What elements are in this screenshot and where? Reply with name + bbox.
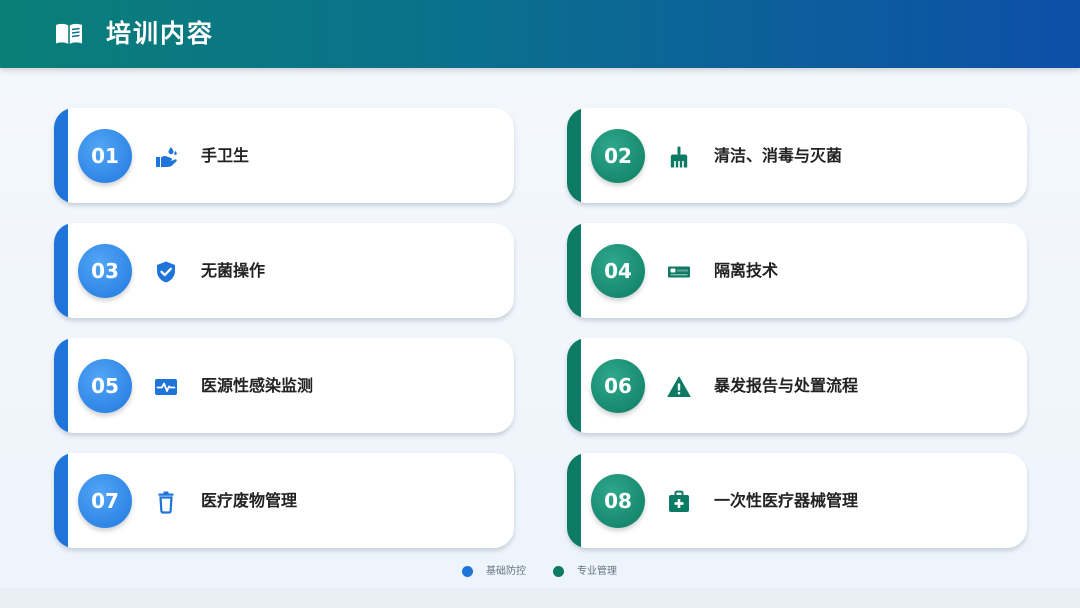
card-number-badge: 06 [591, 359, 645, 413]
header-bar: 培训内容 [0, 0, 1080, 68]
card-accent-bar [567, 223, 581, 318]
topic-card-01[interactable]: 01 手卫生 [54, 108, 514, 203]
trash-icon [158, 491, 174, 514]
card-accent-bar [54, 453, 68, 548]
card-label: 暴发报告与处置流程 [714, 376, 859, 395]
hand-wash-icon [156, 147, 177, 167]
topic-card-06[interactable]: 06 暴发报告与处置流程 [567, 338, 1027, 433]
card-accent-bar [567, 453, 581, 548]
card-number-badge: 01 [78, 129, 132, 183]
card-number-badge: 05 [78, 359, 132, 413]
card-label: 无菌操作 [201, 261, 266, 280]
legend-label: 专业管理 [577, 566, 617, 577]
card-number-badge: 04 [591, 244, 645, 298]
card-number-badge: 03 [78, 244, 132, 298]
card-label: 隔离技术 [714, 261, 779, 280]
warning-icon [667, 376, 691, 397]
topic-card-08[interactable]: 08 一次性医疗器械管理 [567, 453, 1027, 548]
page-title: 培训内容 [106, 19, 215, 48]
legend-dot [553, 566, 564, 577]
topic-card-05[interactable]: 05 医源性感染监测 [54, 338, 514, 433]
book-open-icon [56, 23, 82, 44]
topic-card-03[interactable]: 03 无菌操作 [54, 223, 514, 318]
card-accent-bar [54, 223, 68, 318]
cleaning-brush-icon [670, 146, 688, 168]
card-accent-bar [567, 338, 581, 433]
card-label: 一次性医疗器械管理 [714, 491, 859, 510]
card-accent-bar [54, 338, 68, 433]
card-label: 清洁、消毒与灭菌 [714, 146, 843, 165]
card-accent-bar [54, 108, 68, 203]
medical-kit-icon [669, 490, 689, 512]
card-label: 手卫生 [201, 146, 250, 165]
card-number-badge: 07 [78, 474, 132, 528]
monitor-pulse-icon [155, 379, 177, 395]
bed-icon [668, 266, 690, 278]
card-number-badge: 02 [591, 129, 645, 183]
topic-card-07[interactable]: 07 医疗废物管理 [54, 453, 514, 548]
shield-check-icon [157, 261, 175, 283]
legend-dot [462, 566, 473, 577]
card-accent-bar [567, 108, 581, 203]
card-label: 医疗废物管理 [201, 491, 298, 510]
footer-band [0, 588, 1080, 608]
card-label: 医源性感染监测 [201, 376, 314, 395]
topic-card-02[interactable]: 02 清洁、消毒与灭菌 [567, 108, 1027, 203]
legend-label: 基础防控 [486, 566, 526, 577]
topic-card-04[interactable]: 04 隔离技术 [567, 223, 1027, 318]
card-number-badge: 08 [591, 474, 645, 528]
